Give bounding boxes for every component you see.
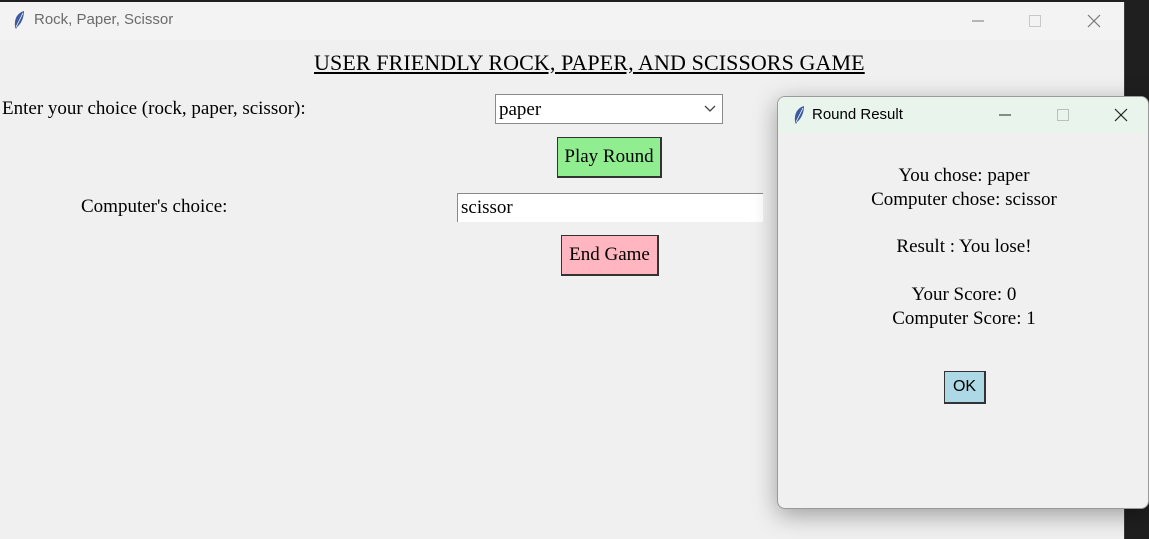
computer-choice-field[interactable]: scissor (457, 193, 763, 222)
choice-combobox[interactable]: paper (495, 94, 723, 124)
dialog-close-button[interactable] (1092, 97, 1148, 133)
you-chose-text: You chose: paper (898, 165, 1030, 186)
end-game-button[interactable]: End Game (561, 235, 659, 276)
result-text: Result : You lose! (896, 236, 1032, 257)
choice-label: Enter your choice (rock, paper, scissor)… (2, 98, 306, 119)
window-title: Rock, Paper, Scissor (34, 11, 174, 28)
feather-icon (794, 106, 804, 124)
ok-button[interactable]: OK (944, 371, 986, 404)
dialog-titlebar: Round Result (778, 97, 1148, 133)
computer-score-text: Computer Score: 1 (892, 308, 1036, 329)
close-icon (1114, 108, 1128, 122)
minimize-icon (972, 20, 984, 22)
play-round-button[interactable]: Play Round (557, 137, 662, 178)
minimize-icon (999, 114, 1011, 116)
computer-choice-label: Computer's choice: (81, 196, 228, 217)
choice-value: paper (499, 99, 542, 120)
dialog-maximize-button[interactable] (1034, 97, 1092, 133)
main-titlebar: Rock, Paper, Scissor (0, 2, 1124, 40)
maximize-icon (1029, 15, 1041, 27)
minimize-button[interactable] (955, 2, 1001, 40)
maximize-icon (1057, 109, 1069, 121)
round-result-dialog: Round Result You chose: paper Computer c… (777, 96, 1149, 509)
your-score-text: Your Score: 0 (911, 284, 1017, 305)
dialog-minimize-button[interactable] (976, 97, 1034, 133)
close-button[interactable] (1071, 2, 1117, 40)
dialog-title: Round Result (812, 106, 903, 123)
feather-icon (14, 11, 24, 29)
computer-chose-text: Computer chose: scissor (871, 189, 1057, 210)
computer-choice-value: scissor (461, 197, 513, 218)
maximize-button[interactable] (1012, 2, 1058, 40)
chevron-down-icon[interactable] (704, 101, 716, 115)
page-title: USER FRIENDLY ROCK, PAPER, AND SCISSORS … (314, 50, 865, 75)
close-icon (1087, 14, 1101, 28)
